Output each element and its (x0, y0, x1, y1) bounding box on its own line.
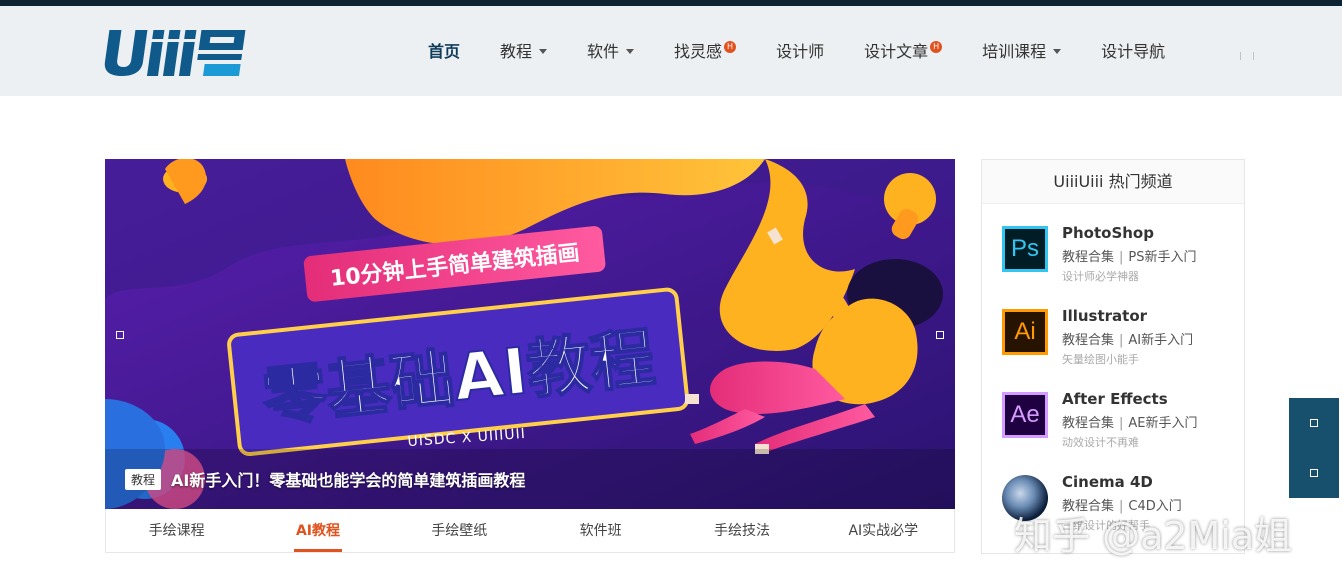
tab-0[interactable]: 手绘课程 (106, 509, 247, 552)
slide-category-tag[interactable]: 教程 (125, 468, 162, 490)
channel-name[interactable]: Illustrator (1062, 307, 1147, 325)
tab-2[interactable]: 手绘壁纸 (389, 509, 530, 552)
main-nav: 首页 教程 软件 找灵感 H 设计师 设计文章 H 培训课程 设计导航 (428, 30, 1205, 70)
channel-description: 矢量绘图小能手 (1062, 353, 1139, 366)
nav-item-label: 首页 (428, 42, 461, 61)
chevron-down-icon (626, 48, 635, 54)
nav-item-label: 找灵感 (674, 42, 723, 61)
panel-title: UiiiUiii 热门频道 (982, 160, 1244, 204)
hot-channels-panel: UiiiUiii 热门频道 Ps PhotoShop 教程合集 | PS新手入门设计师必… (981, 159, 1245, 554)
slide-caption[interactable]: 教程 AI新手入门！零基础也能学会的简单建筑插画教程 (125, 467, 525, 491)
slider-prev-button[interactable] (105, 305, 135, 365)
channel-link-beginner[interactable]: AE新手入门 (1128, 416, 1197, 431)
hero-banner-image: 10分钟上手简单建筑插画 零基础AI教程 UISDC X UIIIUII (105, 159, 955, 509)
nav-item-label: 设计师 (776, 42, 825, 61)
back-to-top-button[interactable] (1289, 448, 1339, 498)
link-divider: | (1119, 250, 1124, 265)
channel-description: 设计师必学神器 (1062, 270, 1139, 283)
channel-link-collection[interactable]: 教程合集 (1062, 333, 1114, 348)
hot-badge-icon: H (930, 41, 943, 53)
channel-app-icon[interactable]: Ps (1002, 226, 1048, 272)
channel-app-icon[interactable]: Ae (1002, 392, 1048, 438)
share-icon (1310, 419, 1318, 427)
channel-name[interactable]: After Effects (1062, 390, 1168, 408)
channel-item[interactable]: Ae After Effects 教程合集 | AE新手入门动效设计不再难 (1000, 386, 1240, 456)
chevron-down-icon (1053, 48, 1062, 54)
channel-link-collection[interactable]: 教程合集 (1062, 416, 1114, 431)
nav-item-label: 教程 (500, 42, 533, 61)
nav-item-2[interactable]: 软件 (587, 38, 635, 62)
channel-link-beginner[interactable]: PS新手入门 (1128, 250, 1196, 265)
nav-more-icon[interactable] (1240, 52, 1254, 60)
arrow-up-icon (1310, 469, 1318, 477)
channel-description: 动效设计不再难 (1062, 436, 1139, 449)
channel-name[interactable]: Cinema 4D (1062, 473, 1153, 491)
channel-app-icon[interactable]: Ai (1002, 309, 1048, 355)
channel-link-beginner[interactable]: AI新手入门 (1128, 333, 1193, 348)
nav-item-label: 设计导航 (1101, 42, 1166, 61)
slide-title[interactable]: AI新手入门！零基础也能学会的简单建筑插画教程 (171, 467, 525, 491)
slider-tabs: 手绘课程 AI教程 手绘壁纸 软件班 手绘技法 AI实战必学 (105, 509, 955, 553)
chevron-right-icon (936, 331, 944, 339)
chevron-down-icon (539, 48, 548, 54)
chevron-left-icon (116, 331, 124, 339)
nav-item-1[interactable]: 教程 (500, 38, 548, 62)
link-divider: | (1119, 333, 1124, 348)
channel-name[interactable]: PhotoShop (1062, 224, 1154, 242)
nav-item-label: 培训课程 (982, 42, 1047, 61)
hot-badge-icon: H (724, 41, 737, 53)
nav-item-5[interactable]: 设计文章 H (864, 38, 943, 62)
channel-links: 教程合集 | AE新手入门 (1062, 412, 1198, 431)
nav-item-3[interactable]: 找灵感 H (674, 38, 737, 62)
slider-next-button[interactable] (925, 305, 955, 365)
float-button-1[interactable] (1289, 398, 1339, 448)
tab-3[interactable]: 软件班 (530, 509, 671, 552)
nav-item-7[interactable]: 设计导航 (1101, 38, 1165, 62)
channel-links: 教程合集 | PS新手入门 (1062, 246, 1197, 265)
floating-toolbar (1289, 398, 1339, 498)
nav-item-label: 软件 (587, 42, 620, 61)
hero-slider[interactable]: 10分钟上手简单建筑插画 零基础AI教程 UISDC X UIIIUII (105, 159, 955, 509)
tab-1[interactable]: AI教程 (247, 509, 388, 552)
nav-item-6[interactable]: 培训课程 (982, 38, 1062, 62)
nav-item-4[interactable]: 设计师 (776, 38, 824, 62)
nav-item-label: 设计文章 (864, 42, 929, 61)
site-logo[interactable] (100, 26, 250, 78)
site-header: 首页 教程 软件 找灵感 H 设计师 设计文章 H 培训课程 设计导航 (0, 6, 1342, 96)
nav-item-0[interactable]: 首页 (428, 38, 460, 62)
watermark: 知乎 @a2Mia姐 (1014, 514, 1293, 558)
channel-links: 教程合集 | AI新手入门 (1062, 329, 1193, 348)
tab-5[interactable]: AI实战必学 (813, 509, 954, 552)
channel-item[interactable]: Ps PhotoShop 教程合集 | PS新手入门设计师必学神器 (1000, 220, 1240, 290)
channel-link-collection[interactable]: 教程合集 (1062, 250, 1114, 265)
channel-item[interactable]: Ai Illustrator 教程合集 | AI新手入门矢量绘图小能手 (1000, 303, 1240, 373)
tab-4[interactable]: 手绘技法 (671, 509, 812, 552)
link-divider: | (1119, 416, 1124, 431)
